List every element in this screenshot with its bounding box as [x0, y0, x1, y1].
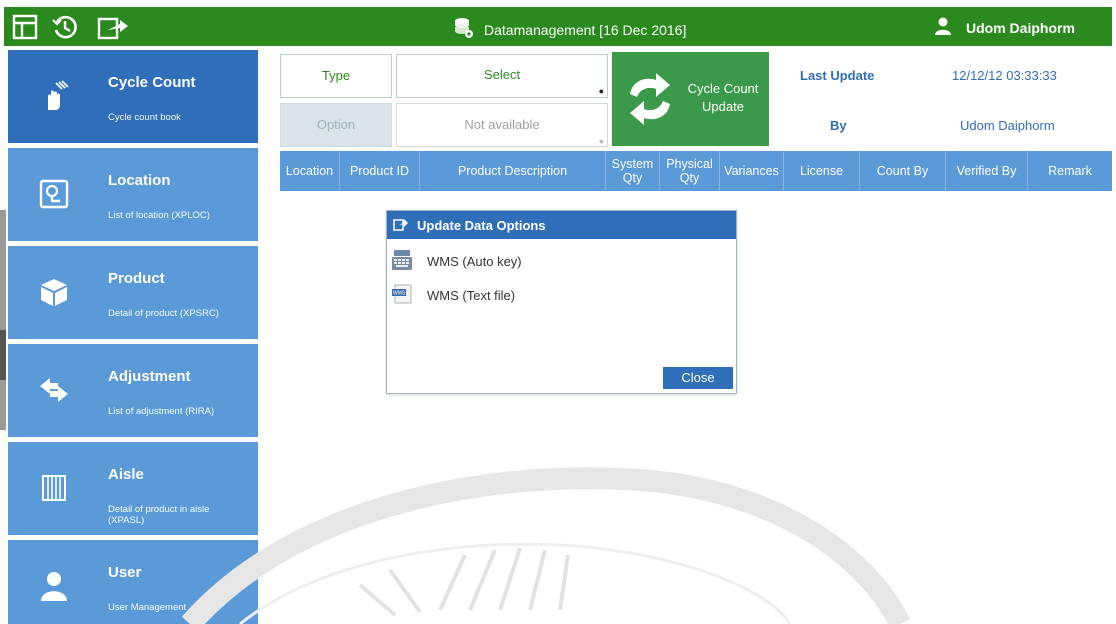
swap-arrows-icon — [38, 374, 70, 406]
sidebar-item-subtitle: List of adjustment (RIRA) — [108, 406, 215, 417]
text-file-icon: WMS — [391, 283, 413, 308]
sidebar-item-aisle[interactable]: Aisle Detail of product in aisle (XPASL) — [8, 442, 258, 535]
column-header[interactable]: Variances — [720, 151, 784, 191]
hand-touch-icon — [38, 80, 70, 112]
column-header[interactable]: License — [784, 151, 860, 191]
by-label: By — [830, 118, 847, 133]
sidebar-item-title: Product — [108, 270, 165, 287]
dialog-title-bar: Update Data Options — [387, 211, 736, 239]
type-select-value: Select — [483, 67, 521, 82]
column-header[interactable]: Remark — [1028, 151, 1112, 191]
sidebar-item-subtitle: Detail of product in aisle (XPASL) — [108, 504, 210, 526]
update-data-options-dialog: Update Data Options WMS (Auto key) WMS W… — [386, 210, 737, 394]
svg-text:WMS: WMS — [393, 291, 406, 297]
sidebar-item-subtitle: List of location (XPLOC) — [108, 210, 210, 221]
box-icon — [38, 276, 70, 308]
column-header[interactable]: Verified By — [946, 151, 1028, 191]
column-header[interactable]: Physical Qty — [660, 151, 720, 191]
sidebar-item-cycle-count[interactable]: Cycle Count Cycle count book — [8, 50, 258, 143]
type-label: Type — [280, 54, 392, 98]
type-select[interactable]: Select ● — [396, 54, 608, 98]
last-update-label: Last Update — [800, 68, 875, 83]
dashboard-icon[interactable] — [10, 12, 40, 42]
user-display[interactable]: Udom Daiphorm — [934, 17, 1075, 38]
user-icon — [38, 570, 70, 602]
app-title: Datamanagement [16 Dec 2016] — [454, 17, 686, 42]
location-pin-icon — [38, 178, 70, 210]
sidebar-item-title: User — [108, 564, 142, 581]
cycle-count-update-button[interactable]: Cycle Count Update — [612, 52, 769, 146]
cycle-count-update-label: Cycle Count Update — [687, 81, 759, 114]
sidebar-item-product[interactable]: Product Detail of product (XPSRC) — [8, 246, 258, 339]
sidebar-item-subtitle: Detail of product (XPSRC) — [108, 308, 219, 319]
column-header[interactable]: Location — [280, 151, 340, 191]
sidebar-item-adjustment[interactable]: Adjustment List of adjustment (RIRA) — [8, 344, 258, 437]
column-header[interactable]: Count By — [860, 151, 946, 191]
app-title-text: Datamanagement [16 Dec 2016] — [484, 21, 687, 38]
close-button[interactable]: Close — [663, 367, 733, 389]
option-wms-text-file[interactable]: WMS WMS (Text file) — [391, 283, 515, 308]
last-update-value: 12/12/12 03:33:33 — [952, 68, 1057, 83]
sidebar-item-title: Aisle — [108, 466, 144, 483]
column-header[interactable]: Product Description — [420, 151, 606, 191]
by-value: Udom Daiphorm — [960, 118, 1055, 133]
column-header[interactable]: Product ID — [340, 151, 420, 191]
sidebar-item-user[interactable]: User User Management — [8, 540, 258, 624]
left-edge-handle[interactable] — [0, 330, 6, 380]
top-bar-background: Datamanagement [16 Dec 2016] Udom Daipho… — [4, 7, 1112, 46]
option-label: WMS (Auto key) — [427, 254, 522, 269]
sidebar-item-title: Location — [108, 172, 171, 189]
history-icon[interactable] — [50, 12, 80, 42]
export-icon[interactable] — [96, 12, 128, 42]
left-edge-strip — [0, 210, 6, 430]
aisle-icon — [38, 472, 70, 504]
sidebar: Cycle Count Cycle count book Location Li… — [8, 50, 258, 624]
keyboard-icon — [391, 249, 413, 274]
database-icon — [454, 17, 474, 42]
user-icon — [934, 17, 952, 38]
sidebar-item-location[interactable]: Location List of location (XPLOC) — [8, 148, 258, 241]
top-bar: Datamanagement [16 Dec 2016] Udom Daipho… — [0, 0, 1116, 46]
refresh-icon — [624, 70, 676, 128]
dialog-title: Update Data Options — [417, 217, 546, 233]
sidebar-item-subtitle: Cycle count book — [108, 112, 181, 123]
table-header: Location Product ID Product Description … — [280, 151, 1112, 191]
option-label: Option — [280, 103, 392, 147]
option-label: WMS (Text file) — [427, 288, 516, 303]
option-select-value: Not available — [464, 117, 540, 132]
option-wms-auto-key[interactable]: WMS (Auto key) — [391, 249, 522, 274]
sidebar-item-subtitle: User Management — [108, 602, 187, 613]
sidebar-item-title: Cycle Count — [108, 74, 196, 91]
export-icon — [393, 217, 409, 234]
user-name: Udom Daiphorm — [966, 19, 1075, 36]
sidebar-item-title: Adjustment — [108, 368, 191, 385]
column-header[interactable]: System Qty — [606, 151, 660, 191]
option-select[interactable]: Not available ● — [396, 103, 608, 147]
